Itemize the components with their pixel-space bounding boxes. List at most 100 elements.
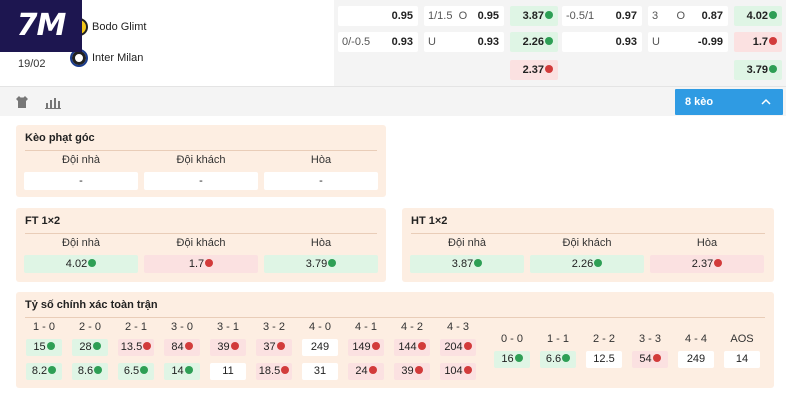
odds-value-wrap: 0.93 (616, 32, 637, 52)
odds-value: 6.5 (123, 365, 140, 377)
score-label: 4 - 0 (308, 321, 331, 333)
odds-cell[interactable]: 3 O 0.87 (648, 6, 728, 26)
arrow-down-icon (368, 366, 377, 375)
odds-value-wrap: 1.7 (753, 32, 777, 52)
odds-cell[interactable]: 0.93 (562, 32, 642, 52)
arrow-down-icon (205, 259, 214, 268)
odds-value: 39 (217, 341, 230, 353)
score-odds-box[interactable]: 39 (210, 339, 246, 356)
arrow-down-icon (184, 342, 193, 351)
bar-chart-icon[interactable] (45, 95, 61, 109)
odds-cell[interactable]: 2.37 (510, 60, 558, 80)
odds-cell[interactable]: 0/-0.5 0.93 (338, 32, 418, 52)
arrow-up-icon (140, 366, 149, 375)
site-logo[interactable]: 7M (0, 0, 82, 52)
score-odds-box[interactable]: 84 (164, 339, 200, 356)
odds-value: - (79, 175, 83, 187)
panel-title: Kèo phạt góc (25, 132, 95, 144)
score-odds-box[interactable]: 28 (72, 339, 108, 356)
score-odds-box[interactable]: 11 (210, 363, 246, 380)
odds-box[interactable]: - (24, 172, 138, 190)
score-odds-box[interactable]: 6.6 (540, 351, 576, 368)
odds-value: 2.26 (571, 258, 594, 270)
odds-box[interactable]: - (144, 172, 258, 190)
odds-value: 149 (352, 341, 371, 353)
odds-value-wrap: 0.87 (702, 6, 723, 26)
odds-box[interactable]: - (264, 172, 378, 190)
column-header: Đội nhà (62, 154, 100, 166)
odds-value-wrap: 0.95 (392, 6, 413, 26)
odds-value: 39 (401, 365, 414, 377)
score-label: 2 - 1 (124, 321, 147, 333)
score-odds-box[interactable]: 37 (256, 339, 292, 356)
arrow-down-icon (417, 342, 426, 351)
arrow-down-icon (371, 342, 380, 351)
arrow-down-icon (143, 342, 152, 351)
odds-box[interactable]: 1.7 (144, 255, 258, 273)
odds-value: 1.7 (188, 258, 205, 270)
score-odds-box[interactable]: 204 (440, 339, 476, 356)
arrow-up-icon (184, 366, 193, 375)
odds-box[interactable]: 4.02 (24, 255, 138, 273)
score-odds-box[interactable]: 24 (348, 363, 384, 380)
score-odds-box[interactable]: 15 (26, 339, 62, 356)
score-odds-box[interactable]: 14 (724, 351, 760, 368)
odds-value: 249 (310, 341, 330, 353)
odds-cell[interactable]: U 0.93 (424, 32, 504, 52)
odds-value-wrap: 0.93 (478, 32, 499, 52)
odds-value: 204 (444, 341, 463, 353)
score-label: AOS (730, 333, 754, 345)
odds-value: 0.95 (477, 10, 499, 22)
score-odds-box[interactable]: 144 (394, 339, 430, 356)
ft-1x2-panel: FT 1×2 Đội nhà Đội khách Hòa 4.02 1.7 3.79 (16, 208, 386, 282)
score-label: 1 - 1 (546, 333, 569, 345)
score-odds-box[interactable]: 104 (440, 363, 476, 380)
score-label: 0 - 0 (500, 333, 523, 345)
score-odds-box[interactable]: 54 (632, 351, 668, 368)
odds-cell[interactable]: -0.5/1 0.97 (562, 6, 642, 26)
column-header: Hòa (310, 237, 332, 249)
odds-value-wrap: 0.93 (392, 32, 413, 52)
odds-cell[interactable]: 1/1.5 O 0.95 (424, 6, 504, 26)
score-odds-box[interactable]: 13.5 (118, 339, 154, 356)
score-odds-box[interactable]: 249 (678, 351, 714, 368)
odds-cell[interactable]: 2.26 (510, 32, 558, 52)
score-odds-box[interactable]: 18.5 (256, 363, 292, 380)
odds-cell[interactable]: 1.7 (734, 32, 782, 52)
score-odds-box[interactable]: 149 (348, 339, 384, 356)
score-label: 3 - 2 (262, 321, 285, 333)
column-header: Đội nhà (62, 237, 100, 249)
column-header: Đội khách (562, 237, 612, 249)
toolbar: 8 kèo (0, 86, 786, 116)
score-odds-box[interactable]: 31 (302, 363, 338, 380)
odds-cell[interactable]: 0.95 (338, 6, 418, 26)
odds-cell[interactable]: 3.79 (734, 60, 782, 80)
score-odds-box[interactable]: 8.2 (26, 363, 62, 380)
score-odds-box[interactable]: 14 (164, 363, 200, 380)
odds-cell[interactable]: 4.02 (734, 6, 782, 26)
odds-box[interactable]: 3.87 (410, 255, 524, 273)
score-odds-box[interactable]: 6.5 (118, 363, 154, 380)
odds-box[interactable]: 3.79 (264, 255, 378, 273)
odds-value: 2.37 (522, 64, 544, 76)
score-label: 4 - 4 (684, 333, 707, 345)
odds-value: 28 (79, 341, 92, 353)
odds-value-wrap: 2.26 (523, 32, 553, 52)
more-odds-button[interactable]: 8 kèo (675, 89, 783, 115)
odds-value: 15 (33, 341, 46, 353)
score-odds-box[interactable]: 8.6 (72, 363, 108, 380)
score-odds-box[interactable]: 249 (302, 339, 338, 356)
score-odds-box[interactable]: 12.5 (586, 351, 622, 368)
odds-box[interactable]: 2.37 (650, 255, 764, 273)
score-odds-box[interactable]: 16 (494, 351, 530, 368)
column-header: Hòa (696, 237, 718, 249)
score-label: 2 - 2 (592, 333, 615, 345)
shirt-icon[interactable] (15, 95, 29, 109)
odds-cell[interactable]: U -0.99 (648, 32, 728, 52)
score-odds-box[interactable]: 39 (394, 363, 430, 380)
odds-cell[interactable]: 3.87 (510, 6, 558, 26)
odds-value: 2.37 (691, 258, 714, 270)
odds-value: 14 (171, 365, 184, 377)
arrow-down-icon (714, 259, 723, 268)
odds-box[interactable]: 2.26 (530, 255, 644, 273)
